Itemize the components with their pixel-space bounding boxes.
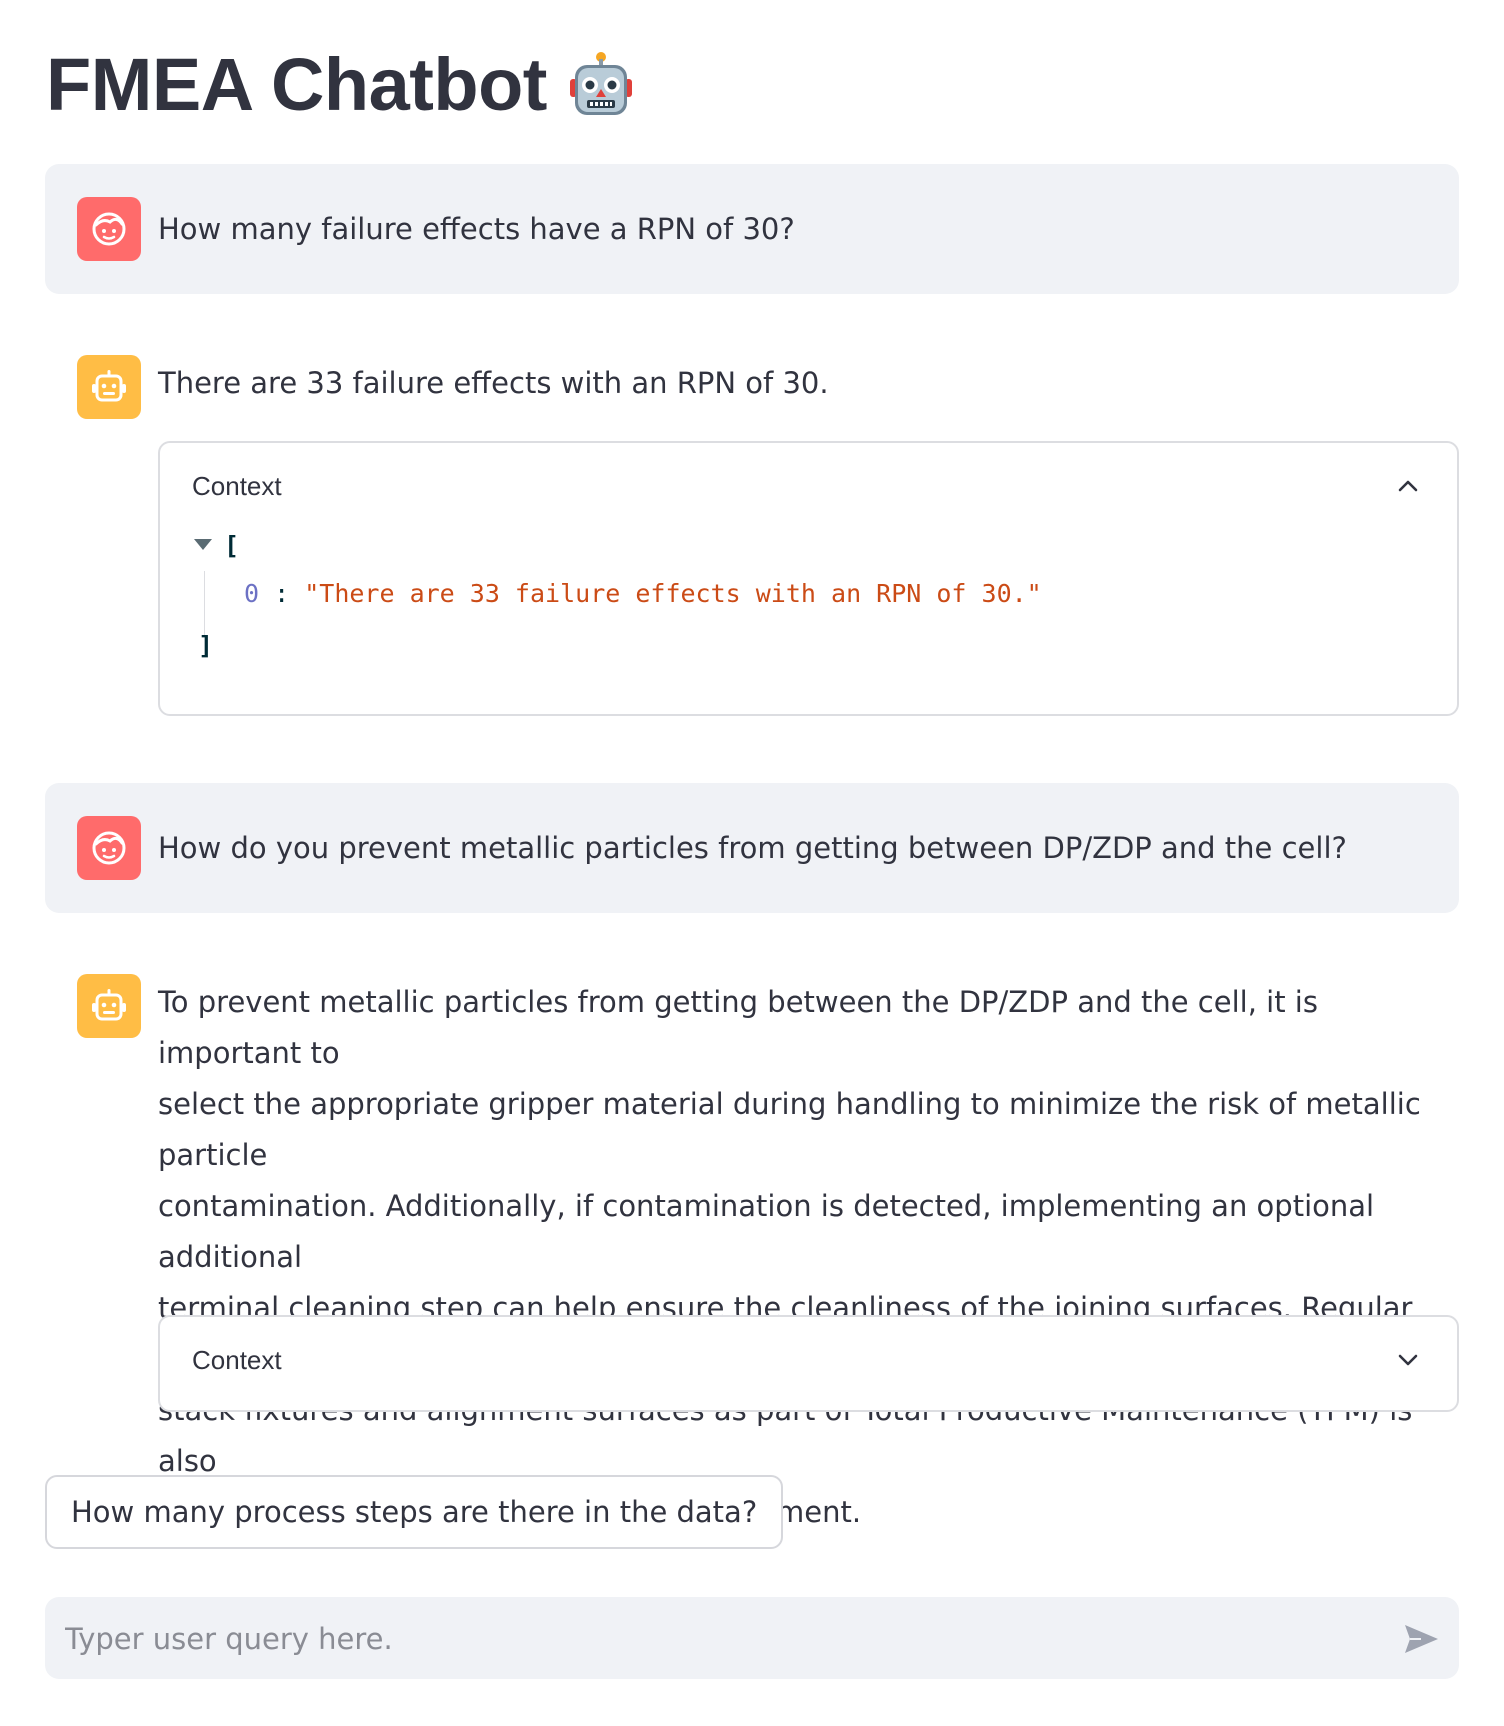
assistant-avatar [77, 974, 141, 1038]
page-title-text: FMEA Chatbot [46, 43, 547, 126]
user-face-icon [92, 831, 126, 865]
collapse-caret-icon[interactable] [194, 539, 212, 550]
send-icon[interactable] [1401, 1619, 1441, 1659]
context-expander[interactable]: Context [158, 1315, 1459, 1412]
json-item-value: "There are 33 failure effects with an RP… [304, 579, 1042, 608]
chat-page: FMEA Chatbot How many failure effects ha… [0, 0, 1504, 1726]
user-message-text: How many failure effects have a RPN of 3… [158, 212, 795, 246]
chevron-down-icon[interactable] [1395, 1347, 1421, 1373]
json-indent-guide [204, 571, 205, 635]
answer-line: select the appropriate gripper material … [158, 1087, 1421, 1172]
chat-input[interactable] [63, 1597, 1367, 1681]
bot-icon [92, 989, 126, 1021]
suggested-question-label: How many process steps are there in the … [71, 1495, 758, 1529]
chat-input-bar [45, 1597, 1459, 1681]
user-avatar [77, 816, 141, 880]
json-open-bracket: [ [224, 531, 240, 560]
user-message-text: How do you prevent metallic particles fr… [158, 831, 1347, 865]
user-face-icon [92, 212, 126, 246]
page-title: FMEA Chatbot [46, 42, 635, 127]
context-expander[interactable]: Context [ 0 : "There are 33 failure effe… [158, 441, 1459, 716]
answer-line: To prevent metallic particles from getti… [158, 985, 1318, 1070]
assistant-avatar [77, 355, 141, 419]
assistant-message: To prevent metallic particles from getti… [45, 965, 1459, 1529]
assistant-message-text: To prevent metallic particles from getti… [158, 977, 1459, 1538]
answer-line: contamination. Additionally, if contamin… [158, 1189, 1375, 1274]
json-close-bracket: ] [198, 631, 214, 660]
bot-icon [92, 370, 126, 402]
json-item: 0 : "There are 33 failure effects with a… [244, 579, 1042, 608]
json-item-index: 0 [244, 579, 260, 608]
user-avatar [77, 197, 141, 261]
context-expander-label[interactable]: Context [192, 471, 282, 502]
chevron-up-icon[interactable] [1395, 473, 1421, 499]
suggested-question-button[interactable]: How many process steps are there in the … [45, 1475, 784, 1549]
user-message: How many failure effects have a RPN of 3… [45, 164, 1459, 294]
robot-icon [569, 51, 632, 115]
assistant-message-text: There are 33 failure effects with an RPN… [158, 366, 829, 400]
user-message: How do you prevent metallic particles fr… [45, 783, 1459, 913]
context-expander-label[interactable]: Context [192, 1345, 282, 1376]
assistant-message: There are 33 failure effects with an RPN… [45, 346, 1459, 716]
